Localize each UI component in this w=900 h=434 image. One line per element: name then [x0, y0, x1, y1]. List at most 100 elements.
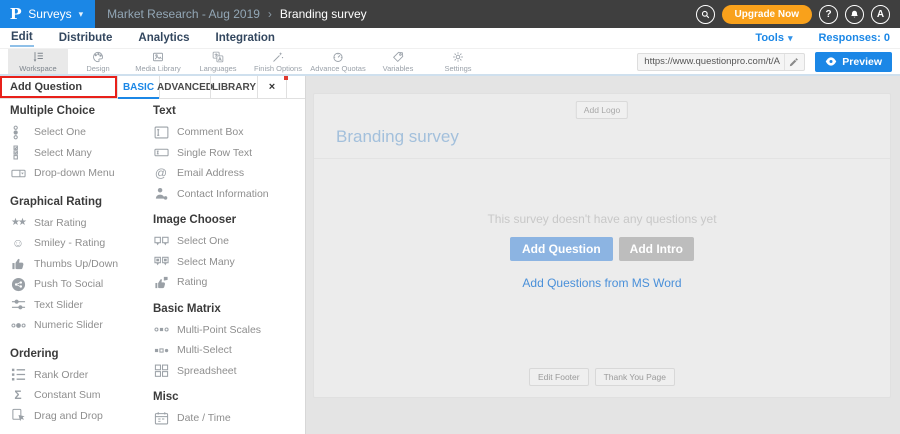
qtype-star-rating[interactable]: ★★ Star Rating [10, 213, 153, 234]
section-title: Ordering [10, 348, 153, 360]
multi-point-icon [153, 322, 169, 338]
qtype-drag-and-drop[interactable]: Drag and Drop [10, 406, 153, 427]
avatar[interactable]: A [871, 5, 890, 24]
add-question-button-highlighted[interactable]: Add Question [0, 76, 117, 98]
at-sign-icon: @ [153, 165, 169, 181]
share-icon [10, 276, 26, 292]
survey-title[interactable]: Branding survey [336, 127, 459, 147]
survey-canvas: Add Logo Branding survey This survey doe… [306, 76, 900, 434]
tool-workspace[interactable]: Workspace [8, 49, 68, 74]
edit-url-button[interactable] [784, 54, 802, 70]
breadcrumb-survey-name: Branding survey [280, 7, 367, 21]
tab-basic[interactable]: BASIC [117, 76, 159, 98]
edit-toolbar: Workspace Design Media Library Languages… [0, 48, 900, 76]
qtype-email-address[interactable]: @ Email Address [153, 163, 305, 184]
section-image-chooser: Image Chooser Select One Select Many Rat… [153, 214, 305, 293]
tab-analytics[interactable]: Analytics [137, 30, 190, 46]
qtype-multi-point-scales[interactable]: Multi-Point Scales [153, 320, 305, 341]
product-name: Surveys [28, 7, 71, 21]
qtype-numeric-slider[interactable]: Numeric Slider [10, 315, 153, 336]
palette-icon [92, 51, 104, 63]
notification-dot [284, 76, 288, 80]
chevron-down-icon: ▾ [79, 9, 84, 20]
image-frames-icon [153, 233, 169, 249]
sigma-icon: Σ [10, 387, 26, 403]
breadcrumb-folder[interactable]: Market Research - Aug 2019 [107, 7, 260, 21]
tab-library[interactable]: LIBRARY [210, 76, 257, 98]
title-divider [314, 158, 890, 159]
thumbs-up-icon [10, 256, 26, 272]
section-graphical-rating: Graphical Rating ★★ Star Rating ☺ Smiley… [10, 196, 153, 336]
qtype-text-slider[interactable]: Text Slider [10, 295, 153, 316]
sliders-icon [10, 297, 26, 313]
qtype-image-select-one[interactable]: Select One [153, 231, 305, 252]
bell-icon [849, 9, 860, 20]
qtype-single-row-text[interactable]: Single Row Text [153, 143, 305, 164]
notifications-button[interactable] [845, 5, 864, 24]
tool-settings[interactable]: Settings [428, 49, 488, 74]
upgrade-now-button[interactable]: Upgrade Now [722, 5, 812, 24]
translate-icon [212, 51, 224, 63]
qtype-image-rating[interactable]: Rating [153, 272, 305, 293]
paper-footer: Edit Footer Thank You Page [314, 368, 890, 386]
section-ordering: Ordering Rank Order Σ Constant Sum Drag … [10, 348, 153, 427]
question-types-column-1: Multiple Choice Select One Select Many D… [10, 105, 153, 434]
workspace-icon [32, 51, 44, 63]
tool-media-library[interactable]: Media Library [128, 49, 188, 74]
qtype-select-one[interactable]: Select One [10, 122, 153, 143]
qtype-smiley-rating[interactable]: ☺ Smiley - Rating [10, 233, 153, 254]
edit-footer-button[interactable]: Edit Footer [529, 368, 589, 386]
qtype-thumbs-up-down[interactable]: Thumbs Up/Down [10, 254, 153, 275]
qtype-constant-sum[interactable]: Σ Constant Sum [10, 385, 153, 406]
tab-distribute[interactable]: Distribute [58, 30, 114, 46]
add-question-button[interactable]: Add Question [510, 237, 613, 261]
add-logo-button[interactable]: Add Logo [576, 101, 628, 119]
qtype-rank-order[interactable]: Rank Order [10, 365, 153, 386]
survey-url-input[interactable] [638, 56, 784, 67]
qtype-dropdown-menu[interactable]: Drop-down Menu [10, 163, 153, 184]
tool-finish-options[interactable]: Finish Options [248, 49, 308, 74]
thank-you-page-button[interactable]: Thank You Page [595, 368, 675, 386]
search-icon [700, 9, 711, 20]
dropdown-icon [10, 165, 26, 181]
drag-drop-icon [10, 408, 26, 424]
qtype-multi-select[interactable]: Multi-Select [153, 340, 305, 361]
question-types-panel: Add Question BASIC ADVANCED LIBRARY × Mu… [0, 76, 306, 434]
tab-integration[interactable]: Integration [215, 30, 276, 46]
qtype-comment-box[interactable]: Comment Box [153, 122, 305, 143]
preview-button[interactable]: Preview [815, 52, 892, 72]
tool-variables[interactable]: Variables [368, 49, 428, 74]
calendar-icon [153, 410, 169, 426]
smiley-icon: ☺ [10, 235, 26, 251]
qtype-push-to-social[interactable]: Push To Social [10, 274, 153, 295]
qtype-contact-information[interactable]: Contact Information [153, 184, 305, 205]
close-panel-button[interactable]: × [257, 76, 287, 98]
topbar-actions: Upgrade Now ? A [696, 0, 900, 28]
single-row-text-icon [153, 145, 169, 161]
panel-body: Multiple Choice Select One Select Many D… [0, 99, 305, 434]
ordered-list-icon [10, 367, 26, 383]
tool-languages[interactable]: Languages [188, 49, 248, 74]
add-intro-button[interactable]: Add Intro [619, 237, 694, 261]
qtype-image-select-many[interactable]: Select Many [153, 252, 305, 273]
tool-advance-quotas[interactable]: Advance Quotas [308, 49, 368, 74]
qtype-date-time[interactable]: Date / Time [153, 408, 305, 429]
surveys-menu[interactable]: P Surveys ▾ [0, 0, 95, 28]
help-button[interactable]: ? [819, 5, 838, 24]
tab-edit[interactable]: Edit [10, 29, 34, 47]
section-title: Misc [153, 391, 305, 403]
responses-count[interactable]: Responses: 0 [818, 32, 890, 44]
image-icon [152, 51, 164, 63]
section-basic-matrix: Basic Matrix Multi-Point Scales Multi-Se… [153, 303, 305, 382]
tools-menu[interactable]: Tools▾ [755, 32, 792, 44]
qtype-select-many[interactable]: Select Many [10, 143, 153, 164]
tool-design[interactable]: Design [68, 49, 128, 74]
image-frames-check-icon [153, 254, 169, 270]
tab-advanced[interactable]: ADVANCED [159, 76, 210, 98]
stars-icon: ★★ [10, 215, 26, 231]
qtype-spreadsheet[interactable]: Spreadsheet [153, 361, 305, 382]
search-button[interactable] [696, 5, 715, 24]
add-questions-from-ms-word-link[interactable]: Add Questions from MS Word [522, 276, 681, 290]
content: Add Question BASIC ADVANCED LIBRARY × Mu… [0, 76, 900, 434]
section-title: Basic Matrix [153, 303, 305, 315]
